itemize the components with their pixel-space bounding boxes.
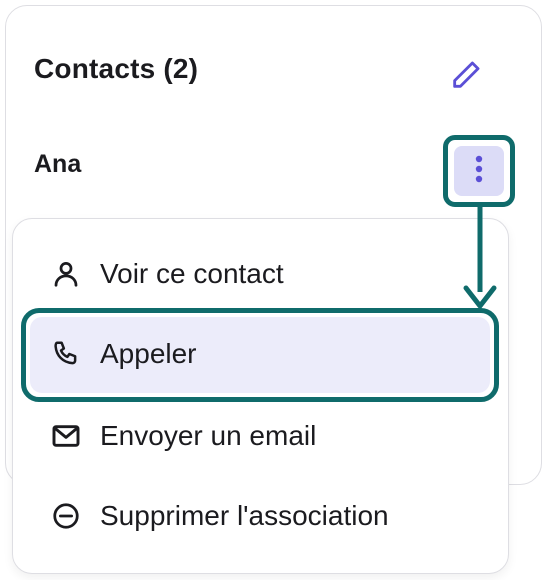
menu-item-label: Voir ce contact <box>100 258 284 289</box>
menu-item-label: Envoyer un email <box>100 420 317 451</box>
user-icon <box>48 256 84 292</box>
contact-name: Ana <box>34 150 82 178</box>
minus-circle-icon <box>48 498 84 534</box>
menu-item-send-email[interactable]: Envoyer un email <box>48 406 316 466</box>
more-options-inner <box>454 146 504 196</box>
edit-button[interactable] <box>446 57 486 97</box>
envelope-icon <box>48 418 84 454</box>
menu-item-remove-association[interactable]: Supprimer l'association <box>48 486 389 546</box>
vertical-ellipsis-icon <box>474 154 484 189</box>
card-title: Contacts (2) <box>34 53 199 84</box>
phone-icon <box>48 336 84 372</box>
menu-item-view-contact[interactable]: Voir ce contact <box>48 244 284 304</box>
menu-item-label: Appeler <box>100 338 197 369</box>
pencil-icon <box>449 58 483 97</box>
menu-item-call[interactable]: Appeler <box>48 324 197 384</box>
menu-item-label: Supprimer l'association <box>100 500 389 531</box>
more-options-button[interactable] <box>443 135 515 207</box>
